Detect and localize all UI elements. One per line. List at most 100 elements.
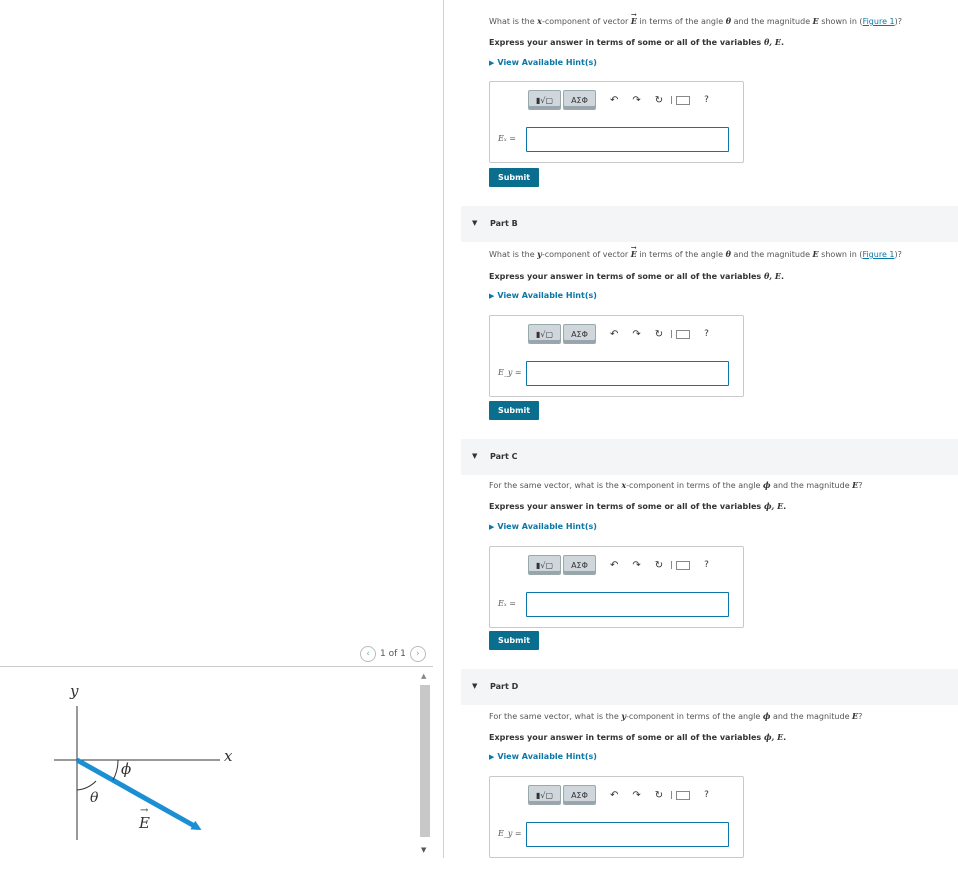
undo-icon[interactable]: ↶ [610,329,618,340]
express-variables: θ, E [763,271,781,281]
question-tail: shown in ( [818,17,863,26]
toolbar-separator [671,96,673,104]
question-mag-pre: and the magnitude [731,17,813,26]
answer-variable-label: Eₓ = [498,134,516,143]
reset-icon[interactable]: ↻ [655,560,663,571]
keyboard-icon[interactable] [676,790,691,800]
question-text: What is the y-component of vector → E in … [489,243,902,259]
question-mid: -component in terms of the angle [626,481,763,490]
answer-input[interactable] [526,361,729,386]
math-toolbar: ▮√▢ ΑΣΦ ↶ ↷ ↻? [528,90,709,110]
answer-box: ▮√▢ ΑΣΦ ↶ ↷ ↻? Eₓ = [489,546,744,628]
question-mid: -component of vector [541,250,631,259]
y-axis-label: y [70,682,79,700]
hint-label: View Available Hint(s) [497,522,597,531]
expand-triangle-icon: ▶ [489,523,495,531]
scroll-up-icon[interactable]: ▲ [421,672,426,680]
answer-variable-label: E_y = [498,368,522,377]
question-mag-pre: and the magnitude [770,481,853,490]
part-header[interactable]: ▼ Part D [461,669,958,705]
submit-button[interactable]: Submit [489,401,539,420]
scroll-thumb[interactable] [420,685,430,837]
undo-icon[interactable]: ↶ [610,95,618,106]
express-instruction: Express your answer in terms of some or … [489,501,786,511]
submit-button[interactable]: Submit [489,631,539,650]
vector-e-label: → E [139,805,150,832]
prev-figure-button[interactable]: ‹ [360,646,376,662]
vector-arrow: → [630,243,637,252]
answer-box: ▮√▢ ΑΣΦ ↶ ↷ ↻? E_y = [489,776,744,858]
redo-icon[interactable]: ↷ [632,790,640,801]
figure-link[interactable]: Figure 1 [863,17,895,26]
view-hints-link[interactable]: ▶ View Available Hint(s) [489,58,597,67]
angle-variable: ϕ [763,480,771,490]
help-icon[interactable]: ? [704,560,709,570]
redo-icon[interactable]: ↷ [632,95,640,106]
view-hints-link[interactable]: ▶ View Available Hint(s) [489,752,597,761]
hint-label: View Available Hint(s) [497,58,597,67]
next-figure-button[interactable]: › [409,646,426,662]
help-icon[interactable]: ? [704,329,709,339]
answer-variable-label: Eₓ = [498,599,516,608]
toolbar-separator [671,791,673,799]
express-end: . [783,733,787,742]
greek-symbols-button[interactable]: ΑΣΦ [563,555,596,575]
templates-button[interactable]: ▮√▢ [528,90,561,110]
help-icon[interactable]: ? [704,790,709,800]
redo-icon[interactable]: ↷ [632,329,640,340]
collapse-icon[interactable]: ▼ [472,452,477,460]
collapse-icon[interactable]: ▼ [472,219,477,227]
figure-scrollbar[interactable]: ▲ ▼ [418,668,432,858]
express-end: . [783,502,787,511]
answer-input[interactable] [526,127,729,152]
redo-icon[interactable]: ↷ [632,560,640,571]
answer-input[interactable] [526,822,729,847]
keyboard-icon[interactable] [676,329,691,339]
templates-button[interactable]: ▮√▢ [528,785,561,805]
templates-button[interactable]: ▮√▢ [528,555,561,575]
theta-label: θ [90,790,99,806]
reset-icon[interactable]: ↻ [655,329,663,340]
reset-icon[interactable]: ↻ [655,790,663,801]
figure-link[interactable]: Figure 1 [862,250,894,259]
part-header[interactable]: ▼ Part C [461,439,958,475]
undo-icon[interactable]: ↶ [610,560,618,571]
figure-pane: ‹ 1 of 1 › y x ϕ θ → E ▲ ▼ [0,0,443,878]
keyboard-icon[interactable] [676,95,691,105]
phi-label: ϕ [121,760,132,778]
question-pre: What is the [489,250,538,259]
pane-splitter [443,0,444,858]
help-icon[interactable]: ? [704,95,709,105]
question-end: ? [858,712,863,721]
greek-symbols-button[interactable]: ΑΣΦ [563,324,596,344]
part-header[interactable]: ▼ Part B [461,206,958,242]
templates-button[interactable]: ▮√▢ [528,324,561,344]
vector-arrow: → [630,10,637,19]
part-title: Part D [490,682,519,691]
express-variables: ϕ, E [763,732,784,742]
math-toolbar: ▮√▢ ΑΣΦ ↶ ↷ ↻? [528,555,709,575]
question-end: )? [894,17,902,26]
vector-symbol: → E [631,10,637,26]
reset-icon[interactable]: ↻ [655,95,663,106]
expand-triangle-icon: ▶ [489,292,495,300]
greek-symbols-button[interactable]: ΑΣΦ [563,90,596,110]
question-post: in terms of the angle [636,250,726,259]
view-hints-link[interactable]: ▶ View Available Hint(s) [489,291,597,300]
question-text: For the same vector, what is the y-compo… [489,711,862,721]
collapse-icon[interactable]: ▼ [472,682,477,690]
scroll-down-icon[interactable]: ▼ [421,846,426,854]
greek-symbols-button[interactable]: ΑΣΦ [563,785,596,805]
answer-variable-label: E_y = [498,829,522,838]
submit-button[interactable]: Submit [489,168,539,187]
keyboard-icon[interactable] [676,560,691,570]
view-hints-link[interactable]: ▶ View Available Hint(s) [489,522,597,531]
question-pre: For the same vector, what is the [489,712,622,721]
x-axis-label: x [224,747,233,765]
answer-input[interactable] [526,592,729,617]
vector-symbol: → E [631,243,637,259]
undo-icon[interactable]: ↶ [610,790,618,801]
expand-triangle-icon: ▶ [489,753,495,761]
pane-divider [0,666,433,667]
question-text: For the same vector, what is the x-compo… [489,480,863,490]
